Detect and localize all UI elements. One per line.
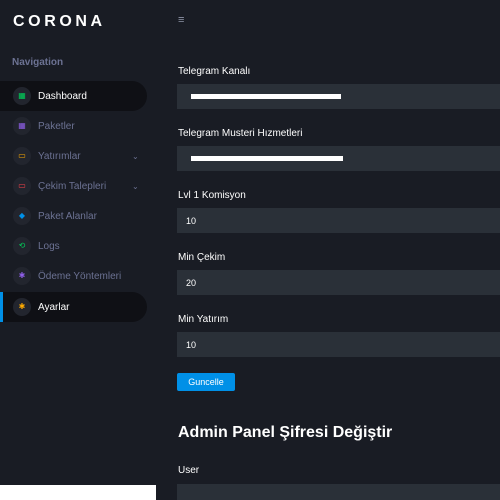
min-withdraw-label: Min Çekim [178, 252, 226, 263]
telegram-channel-input[interactable] [177, 84, 500, 109]
min-deposit-input[interactable]: 10 [177, 332, 500, 357]
chevron-down-icon: ⌄ [132, 151, 139, 161]
nav-caption: Navigation [12, 57, 64, 68]
sidebar-item-odeme-yontemleri[interactable]: ✱ Ödeme Yöntemleri [0, 261, 147, 291]
settings-card: Telegram Kanalı Telegram Musteri Hızmetl… [168, 44, 500, 500]
sidebar-item-logs[interactable]: ⟲ Logs [0, 231, 147, 261]
redacted-value [191, 94, 341, 99]
lvl1-commission-label: Lvl 1 Komisyon [178, 190, 246, 201]
telegram-support-label: Telegram Musteri Hızmetleri [178, 128, 303, 139]
cube-icon: ◆ [13, 207, 31, 225]
sidebar-item-cekim-talepleri[interactable]: ▭ Çekim Talepleri ⌄ [0, 171, 147, 201]
user-input[interactable] [177, 484, 500, 500]
telegram-support-input[interactable] [177, 146, 500, 171]
sidebar-item-paket-alanlar[interactable]: ◆ Paket Alanlar [0, 201, 147, 231]
sidebar: CORONA Navigation ▦ Dashboard ▦ Paketler… [0, 0, 168, 500]
sidebar-item-label: Paketler [38, 120, 75, 132]
dashboard-icon: ▦ [13, 87, 31, 105]
sidebar-item-label: Logs [38, 240, 60, 252]
sidebar-item-yatirimlar[interactable]: ▭ Yatırımlar ⌄ [0, 141, 147, 171]
telegram-channel-label: Telegram Kanalı [178, 66, 251, 77]
sidebar-item-dashboard[interactable]: ▦ Dashboard [0, 81, 147, 111]
sidebar-item-label: Ödeme Yöntemleri [38, 270, 122, 282]
sidebar-item-label: Yatırımlar [38, 150, 81, 162]
lvl1-commission-input[interactable]: 10 [177, 208, 500, 233]
menu-toggle-icon[interactable]: ≡ [178, 14, 184, 26]
sidebar-item-paketler[interactable]: ▦ Paketler [0, 111, 147, 141]
gear-icon: ✱ [13, 298, 31, 316]
brand-logo[interactable]: CORONA [13, 13, 106, 31]
user-label: User [178, 465, 200, 476]
settings-cog-icon: ✱ [13, 267, 31, 285]
sidebar-item-label: Dashboard [38, 90, 87, 102]
password-section-title: Admin Panel Şifresi Değiştir [178, 424, 393, 441]
bottom-bar [0, 485, 156, 500]
sidebar-item-label: Paket Alanlar [38, 210, 97, 222]
redacted-value [191, 156, 343, 161]
history-icon: ⟲ [13, 237, 31, 255]
sidebar-item-ayarlar[interactable]: ✱ Ayarlar [0, 292, 147, 322]
monitor-icon: ▭ [13, 177, 31, 195]
laptop-icon: ▭ [13, 147, 31, 165]
min-deposit-label: Min Yatırım [178, 314, 229, 325]
topbar: ≡ [168, 0, 500, 44]
main-content: Telegram Kanalı Telegram Musteri Hızmetl… [168, 44, 500, 500]
sidebar-item-label: Çekim Talepleri [38, 180, 107, 192]
chevron-down-icon: ⌄ [132, 181, 139, 191]
sidebar-item-label: Ayarlar [38, 301, 70, 313]
grid-icon: ▦ [13, 117, 31, 135]
update-button[interactable]: Guncelle [177, 373, 235, 391]
min-withdraw-input[interactable]: 20 [177, 270, 500, 295]
